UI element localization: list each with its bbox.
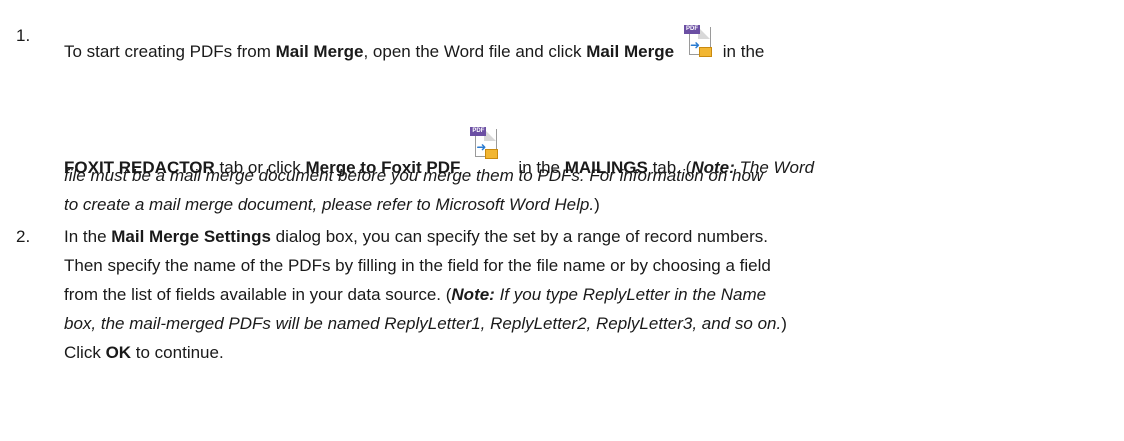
text: to continue.: [131, 343, 224, 362]
note-text: to create a mail merge document, please …: [64, 195, 595, 214]
text: Then specify the name of the PDFs by fil…: [64, 256, 771, 275]
text: from the list of fields available in you…: [64, 285, 452, 304]
bold-text: Mail Merge Settings: [111, 227, 271, 246]
step-2-line-2: Then specify the name of the PDFs by fil…: [64, 255, 1114, 277]
bold-text: OK: [105, 343, 132, 362]
text: , open the Word file and click: [363, 42, 587, 61]
step-2-number: 2.: [16, 227, 31, 246]
note-text: If you type ReplyLetter in the Name: [494, 285, 767, 304]
note-label: Note:: [451, 285, 495, 304]
document: 1. To start creating PDFs from Mail Merg…: [0, 0, 1124, 441]
note-text: file must be a mail merge document befor…: [64, 166, 764, 185]
step-1-number: 1.: [16, 26, 31, 45]
bold-text: Mail Merge: [586, 42, 675, 61]
text: ): [781, 314, 787, 333]
step-2-line-5: Click OK to continue.: [64, 342, 1114, 364]
step-1-line-4: to create a mail merge document, please …: [64, 194, 1114, 216]
text: ): [594, 195, 600, 214]
note-text: box, the mail-merged PDFs will be named …: [64, 314, 782, 333]
merge-to-foxit-pdf-icon: PDF ➜: [470, 127, 499, 163]
text: In the: [64, 227, 112, 246]
bold-text: Mail Merge: [275, 42, 364, 61]
text: dialog box, you can specify the set by a…: [270, 227, 768, 246]
text: in the: [718, 42, 765, 61]
step-2-line-1: In the Mail Merge Settings dialog box, y…: [64, 226, 1114, 248]
text: To start creating PDFs from: [64, 42, 276, 61]
step-2-line-3: from the list of fields available in you…: [64, 284, 1114, 306]
mail-merge-icon: PDF ➜: [684, 25, 713, 61]
step-2-line-4: box, the mail-merged PDFs will be named …: [64, 313, 1114, 335]
text: Click: [64, 343, 106, 362]
step-1-line-1: To start creating PDFs from Mail Merge, …: [64, 25, 1114, 63]
step-1-line-3: file must be a mail merge document befor…: [64, 165, 1114, 187]
